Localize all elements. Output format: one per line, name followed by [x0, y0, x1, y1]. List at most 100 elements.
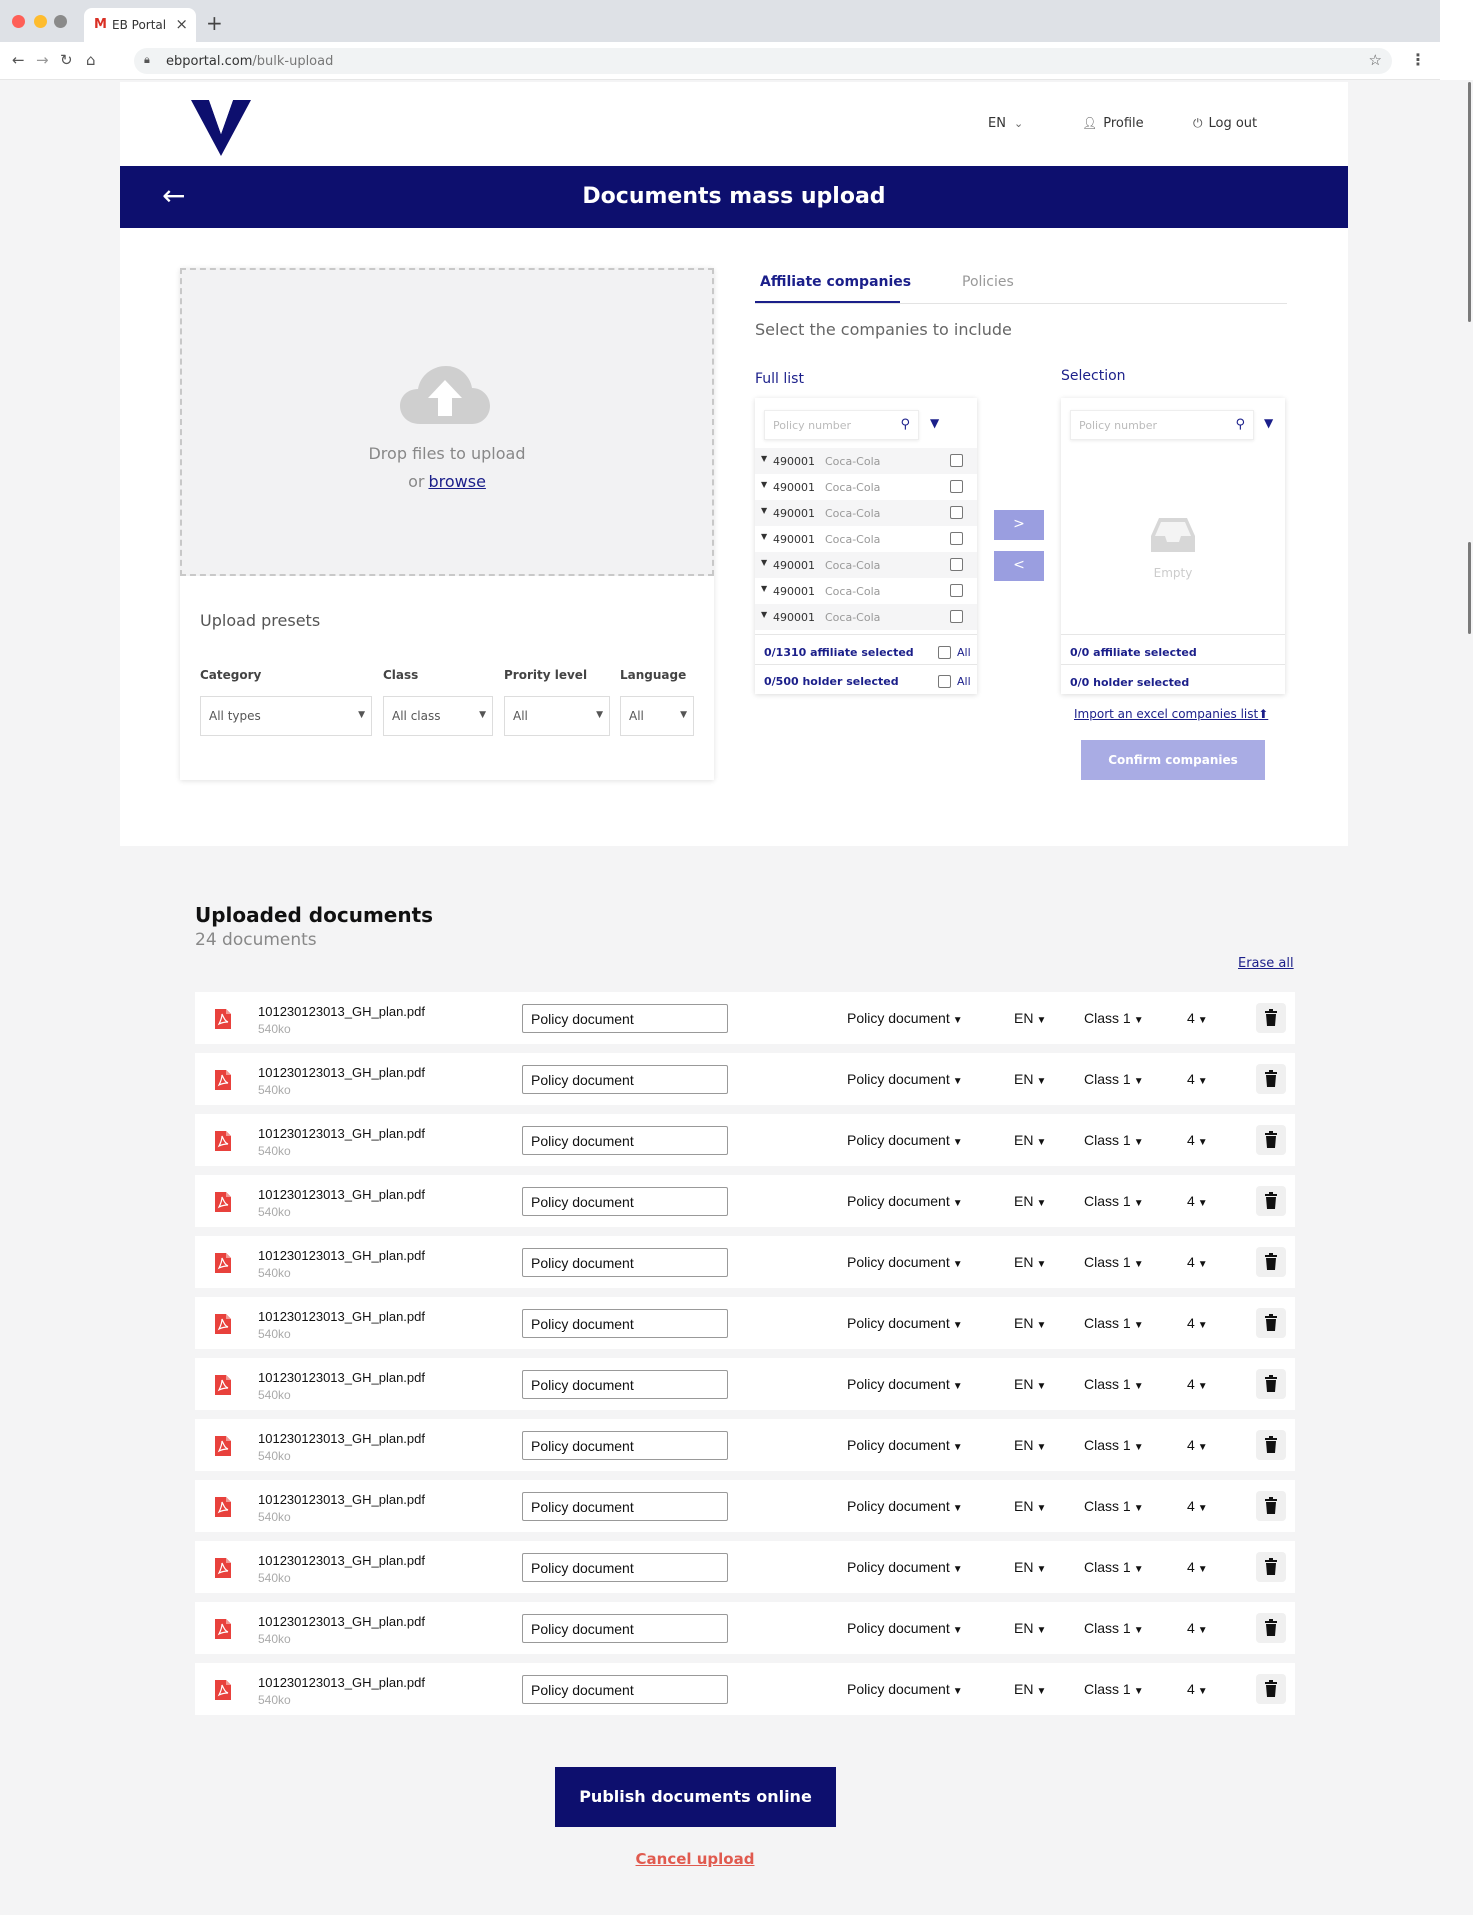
- document-priority-dropdown[interactable]: 4 ▼: [1187, 1681, 1208, 1697]
- document-language-dropdown[interactable]: EN ▼: [1014, 1010, 1046, 1026]
- document-type-dropdown[interactable]: Policy document ▼: [847, 1681, 963, 1697]
- document-class-dropdown[interactable]: Class 1 ▼: [1084, 1010, 1144, 1026]
- company-row[interactable]: ▼ 490001 Coca-Cola: [755, 448, 977, 474]
- document-type-dropdown[interactable]: Policy document ▼: [847, 1071, 963, 1087]
- filter-icon[interactable]: ▼: [930, 416, 939, 430]
- document-priority-dropdown[interactable]: 4 ▼: [1187, 1498, 1208, 1514]
- document-type-dropdown[interactable]: Policy document ▼: [847, 1559, 963, 1575]
- window-close-dot[interactable]: [12, 15, 25, 28]
- document-type-dropdown[interactable]: Policy document ▼: [847, 1315, 963, 1331]
- document-language-dropdown[interactable]: EN ▼: [1014, 1437, 1046, 1453]
- expand-caret-icon[interactable]: ▼: [761, 506, 767, 515]
- company-row[interactable]: ▼ 490001 Coca-Cola: [755, 578, 977, 604]
- document-priority-dropdown[interactable]: 4 ▼: [1187, 1620, 1208, 1636]
- delete-document-button[interactable]: [1256, 1064, 1286, 1094]
- delete-document-button[interactable]: [1256, 1369, 1286, 1399]
- move-left-button[interactable]: <: [994, 551, 1044, 581]
- document-name-input[interactable]: Policy document: [522, 1187, 728, 1216]
- document-class-dropdown[interactable]: Class 1 ▼: [1084, 1437, 1144, 1453]
- document-priority-dropdown[interactable]: 4 ▼: [1187, 1132, 1208, 1148]
- delete-document-button[interactable]: [1256, 1430, 1286, 1460]
- company-checkbox[interactable]: [950, 506, 963, 519]
- browser-tab[interactable]: M EB Portal ×: [84, 8, 196, 42]
- document-class-dropdown[interactable]: Class 1 ▼: [1084, 1254, 1144, 1270]
- delete-document-button[interactable]: [1256, 1247, 1286, 1277]
- delete-document-button[interactable]: [1256, 1003, 1286, 1033]
- select-all-holder-checkbox[interactable]: [938, 675, 951, 688]
- document-priority-dropdown[interactable]: 4 ▼: [1187, 1437, 1208, 1453]
- document-name-input[interactable]: Policy document: [522, 1370, 728, 1399]
- document-class-dropdown[interactable]: Class 1 ▼: [1084, 1498, 1144, 1514]
- document-language-dropdown[interactable]: EN ▼: [1014, 1498, 1046, 1514]
- company-row[interactable]: ▼ 490001 Coca-Cola: [755, 526, 977, 552]
- expand-caret-icon[interactable]: ▼: [761, 532, 767, 541]
- delete-document-button[interactable]: [1256, 1125, 1286, 1155]
- company-checkbox[interactable]: [950, 454, 963, 467]
- company-checkbox[interactable]: [950, 610, 963, 623]
- new-tab-icon[interactable]: +: [206, 11, 223, 35]
- tab-affiliate-companies[interactable]: Affiliate companies: [760, 274, 911, 290]
- document-priority-dropdown[interactable]: 4 ▼: [1187, 1254, 1208, 1270]
- search-icon[interactable]: ⚲: [900, 417, 910, 432]
- document-priority-dropdown[interactable]: 4 ▼: [1187, 1376, 1208, 1392]
- document-priority-dropdown[interactable]: 4 ▼: [1187, 1315, 1208, 1331]
- company-row[interactable]: ▼ 490001 Coca-Cola: [755, 500, 977, 526]
- move-right-button[interactable]: >: [994, 510, 1044, 540]
- document-name-input[interactable]: Policy document: [522, 1248, 728, 1277]
- select-all-holder-label[interactable]: All: [957, 675, 971, 688]
- back-arrow-icon[interactable]: ←: [12, 51, 25, 69]
- language-select[interactable]: EN ⌄: [988, 116, 1023, 131]
- document-language-dropdown[interactable]: EN ▼: [1014, 1559, 1046, 1575]
- document-priority-dropdown[interactable]: 4 ▼: [1187, 1559, 1208, 1575]
- search-icon[interactable]: ⚲: [1235, 417, 1245, 432]
- file-dropzone[interactable]: Drop files to upload or browse: [180, 268, 714, 576]
- document-name-input[interactable]: Policy document: [522, 1431, 728, 1460]
- delete-document-button[interactable]: [1256, 1613, 1286, 1643]
- delete-document-button[interactable]: [1256, 1491, 1286, 1521]
- document-name-input[interactable]: Policy document: [522, 1004, 728, 1033]
- document-type-dropdown[interactable]: Policy document ▼: [847, 1132, 963, 1148]
- import-excel-link[interactable]: Import an excel companies list⬆: [1074, 707, 1268, 721]
- company-row[interactable]: ▼ 490001 Coca-Cola: [755, 604, 977, 630]
- document-language-dropdown[interactable]: EN ▼: [1014, 1376, 1046, 1392]
- filter-icon[interactable]: ▼: [1264, 416, 1273, 430]
- cancel-upload-link[interactable]: Cancel upload: [0, 1850, 1390, 1868]
- browser-menu-icon[interactable]: ⋮: [1410, 50, 1426, 69]
- document-type-dropdown[interactable]: Policy document ▼: [847, 1254, 963, 1270]
- class-select[interactable]: All class ▼: [383, 696, 493, 736]
- profile-link[interactable]: 👤︎ Profile: [1082, 116, 1144, 131]
- confirm-companies-button[interactable]: Confirm companies: [1081, 740, 1265, 780]
- company-checkbox[interactable]: [950, 558, 963, 571]
- selection-search-input[interactable]: Policy number ⚲: [1070, 410, 1254, 440]
- tab-close-icon[interactable]: ×: [175, 15, 188, 33]
- browse-link[interactable]: browse: [428, 472, 485, 491]
- language-preset-select[interactable]: All ▼: [620, 696, 694, 736]
- company-checkbox[interactable]: [950, 584, 963, 597]
- scrollbar-thumb[interactable]: [1468, 82, 1471, 322]
- publish-documents-button[interactable]: Publish documents online: [555, 1767, 836, 1827]
- reload-icon[interactable]: ↻: [60, 51, 73, 69]
- expand-caret-icon[interactable]: ▼: [761, 454, 767, 463]
- expand-caret-icon[interactable]: ▼: [761, 610, 767, 619]
- document-name-input[interactable]: Policy document: [522, 1309, 728, 1338]
- home-icon[interactable]: ⌂: [86, 51, 96, 69]
- document-class-dropdown[interactable]: Class 1 ▼: [1084, 1620, 1144, 1636]
- url-field[interactable]: 🔒︎ ebportal.com/bulk-upload ☆: [134, 48, 1392, 74]
- document-type-dropdown[interactable]: Policy document ▼: [847, 1498, 963, 1514]
- document-type-dropdown[interactable]: Policy document ▼: [847, 1010, 963, 1026]
- document-language-dropdown[interactable]: EN ▼: [1014, 1254, 1046, 1270]
- document-class-dropdown[interactable]: Class 1 ▼: [1084, 1376, 1144, 1392]
- document-type-dropdown[interactable]: Policy document ▼: [847, 1620, 963, 1636]
- document-name-input[interactable]: Policy document: [522, 1614, 728, 1643]
- document-name-input[interactable]: Policy document: [522, 1492, 728, 1521]
- scrollbar-thumb-inner[interactable]: [1468, 542, 1471, 634]
- bookmark-star-icon[interactable]: ☆: [1369, 51, 1382, 69]
- priority-select[interactable]: All ▼: [504, 696, 610, 736]
- document-priority-dropdown[interactable]: 4 ▼: [1187, 1071, 1208, 1087]
- document-class-dropdown[interactable]: Class 1 ▼: [1084, 1315, 1144, 1331]
- delete-document-button[interactable]: [1256, 1552, 1286, 1582]
- document-language-dropdown[interactable]: EN ▼: [1014, 1193, 1046, 1209]
- document-priority-dropdown[interactable]: 4 ▼: [1187, 1010, 1208, 1026]
- document-type-dropdown[interactable]: Policy document ▼: [847, 1437, 963, 1453]
- window-minimize-dot[interactable]: [34, 15, 47, 28]
